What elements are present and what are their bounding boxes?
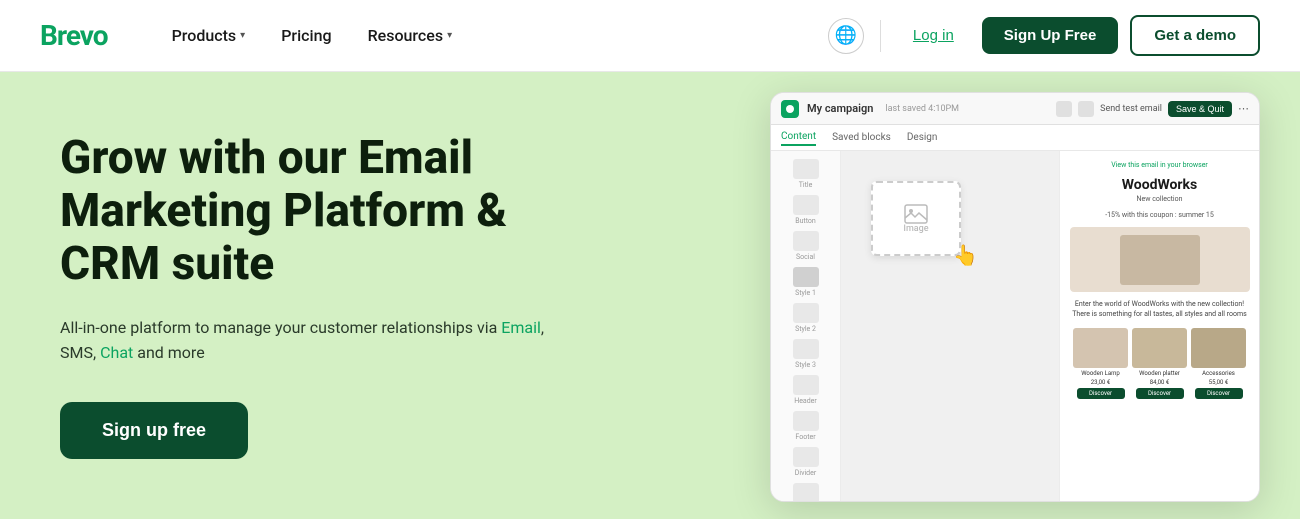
app-screenshot: My campaign last saved 4:10PM Send test … [770,92,1260,502]
mock-sidebar-title[interactable]: Title [777,159,834,189]
chat-link[interactable]: Chat [100,343,133,362]
mock-product-1: Wooden Lamp 23,00 € Discover [1073,328,1128,399]
mock-sidebar-style2[interactable]: Style 2 [777,303,834,333]
mock-sidebar-style3-label: Style 3 [795,361,816,369]
mock-sidebar-product-icon [793,483,819,502]
mock-image-placeholder: Image [871,181,961,256]
mock-sidebar-style2-icon [793,303,819,323]
mock-sidebar-style3[interactable]: Style 3 [777,339,834,369]
mock-tabs: Content Saved blocks Design [771,125,1259,151]
mock-sidebar-product[interactable]: Product [777,483,834,502]
mock-send-test[interactable]: Send test email [1100,104,1162,114]
nav-resources[interactable]: Resources ▾ [352,18,469,53]
chevron-down-icon: ▾ [240,30,245,41]
mock-product-2-name: Wooden platter [1139,370,1180,377]
mock-product-1-name: Wooden Lamp [1081,370,1120,377]
nav-links: Products ▾ Pricing Resources ▾ [156,18,828,53]
nav-divider [880,20,881,52]
mock-sidebar-social-icon [793,231,819,251]
globe-icon[interactable]: 🌐 [828,18,864,54]
login-button[interactable]: Log in [897,19,970,52]
chevron-down-icon: ▾ [447,30,452,41]
mock-sidebar-button-label: Button [795,217,816,225]
mock-product-1-btn[interactable]: Discover [1077,388,1125,399]
mock-body: Title Button Social Style 1 Style 2 [771,151,1259,501]
mock-sidebar-title-icon [793,159,819,179]
mock-sidebar-social-label: Social [796,253,815,261]
mock-topbar-right: Send test email Save & Quit ⋯ [1056,101,1249,117]
mock-sidebar-footer-icon [793,411,819,431]
mock-sidebar-footer-label: Footer [795,433,815,441]
nav-products[interactable]: Products ▾ [156,18,262,53]
mock-email-discount: -15% with this coupon : summer 15 [1105,211,1214,219]
hero-headline: Grow with our Email Marketing Platform &… [60,132,580,291]
hero-subtext: All-in-one platform to manage your custo… [60,315,580,366]
mock-icon-2 [1078,101,1094,117]
mock-product-2-image [1132,328,1187,368]
mock-email-brand: WoodWorks [1122,177,1197,193]
mock-sidebar: Title Button Social Style 1 Style 2 [771,151,841,501]
mock-logo [781,100,799,118]
mock-sidebar-header[interactable]: Header [777,375,834,405]
mock-sidebar-social[interactable]: Social [777,231,834,261]
mock-sidebar-header-label: Header [794,397,817,405]
mock-sidebar-style1-icon [793,267,819,287]
cursor-icon: 👆 [953,243,978,267]
mock-email-preview: View this email in your browser WoodWork… [1059,151,1259,501]
signup-nav-button[interactable]: Sign Up Free [982,17,1119,54]
mock-product-hero [1120,235,1200,285]
mock-icon-1 [1056,101,1072,117]
mock-sidebar-divider-label: Divider [795,469,816,477]
mock-product-2-btn[interactable]: Discover [1136,388,1184,399]
hero-cta-button[interactable]: Sign up free [60,402,248,459]
email-link[interactable]: Email [501,318,541,337]
mock-sidebar-divider-icon [793,447,819,467]
mock-campaign-title: My campaign [807,102,873,115]
mock-sidebar-style3-icon [793,339,819,359]
mock-more-icon: ⋯ [1238,102,1249,115]
mock-save-meta: last saved 4:10PM [885,104,959,114]
navigation: Brevo Products ▾ Pricing Resources ▾ 🌐 L… [0,0,1300,72]
mock-sidebar-header-icon [793,375,819,395]
nav-actions: 🌐 Log in Sign Up Free Get a demo [828,15,1260,56]
mock-sidebar-style2-label: Style 2 [795,325,816,333]
mock-tab-design[interactable]: Design [907,130,938,145]
mock-view-link[interactable]: View this email in your browser [1111,161,1208,169]
mock-sidebar-style1-label: Style 1 [795,289,816,297]
mock-image-label: Image [903,224,928,234]
mock-topbar: My campaign last saved 4:10PM Send test … [771,93,1259,125]
mock-product-1-price: 23,00 € [1091,379,1111,386]
mock-product-row: Wooden Lamp 23,00 € Discover Wooden plat… [1073,328,1246,399]
mock-sidebar-divider[interactable]: Divider [777,447,834,477]
mock-product-2: Wooden platter 84,00 € Discover [1132,328,1187,399]
mock-tab-content[interactable]: Content [781,129,816,146]
nav-pricing[interactable]: Pricing [265,18,347,53]
mock-sidebar-button[interactable]: Button [777,195,834,225]
mock-canvas: Image 👆 [841,151,1059,501]
logo[interactable]: Brevo [40,19,108,52]
mock-product-3: Accessories 55,00 € Discover [1191,328,1246,399]
mock-product-3-btn[interactable]: Discover [1195,388,1243,399]
hero-text: Grow with our Email Marketing Platform &… [60,132,580,459]
mock-product-3-name: Accessories [1202,370,1235,377]
mock-sidebar-footer[interactable]: Footer [777,411,834,441]
mock-tab-saved[interactable]: Saved blocks [832,130,891,145]
mock-product-3-image [1191,328,1246,368]
mock-email-collection: New collection [1137,195,1183,203]
image-icon [904,204,928,224]
hero-section: Grow with our Email Marketing Platform &… [0,72,1300,519]
mock-product-1-image [1073,328,1128,368]
mock-email-description: Enter the world of WoodWorks with the ne… [1068,300,1251,320]
get-demo-button[interactable]: Get a demo [1130,15,1260,56]
mock-product-3-price: 55,00 € [1209,379,1229,386]
mock-save-quit[interactable]: Save & Quit [1168,101,1232,117]
mock-product-2-price: 84,00 € [1150,379,1170,386]
mock-sidebar-style1[interactable]: Style 1 [777,267,834,297]
mock-sidebar-title-label: Title [799,181,813,189]
mock-sidebar-button-icon [793,195,819,215]
mock-email-hero-image [1070,227,1250,292]
